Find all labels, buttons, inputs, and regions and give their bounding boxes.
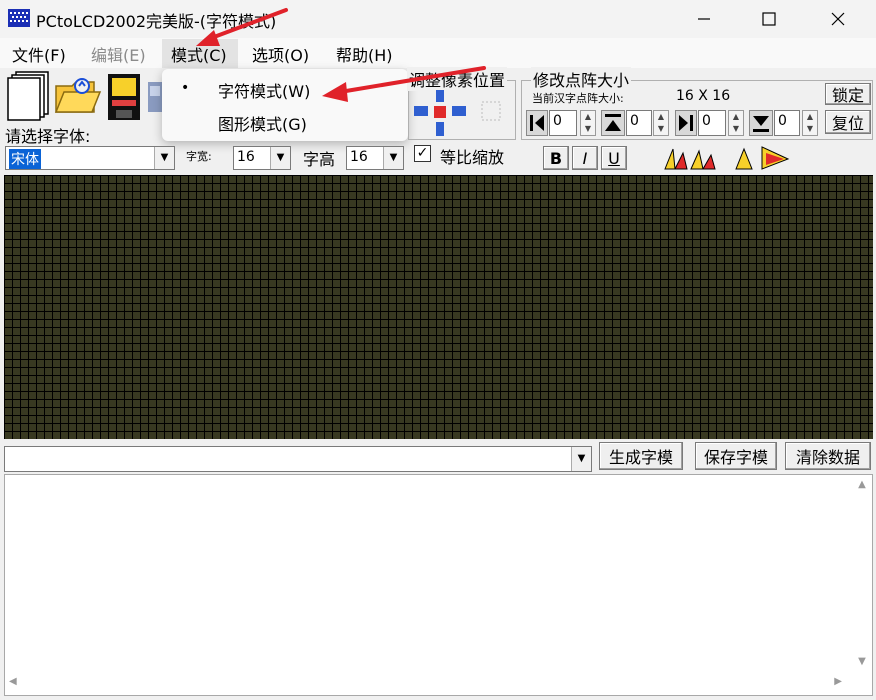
font-height-select[interactable]: 16 ▼ — [346, 146, 404, 170]
menu-options[interactable]: 选项(O) — [252, 42, 309, 66]
font-width-label: 字宽: — [186, 150, 212, 163]
output-textarea[interactable] — [4, 474, 873, 696]
save-icon[interactable] — [106, 72, 142, 122]
chevron-down-icon: ▼ — [154, 147, 174, 169]
menu-item-graphic-mode[interactable]: 图形模式(G) — [218, 111, 307, 135]
pixel-grid-canvas[interactable] — [4, 175, 873, 439]
proportional-checkbox[interactable]: ✓ — [414, 145, 431, 162]
top-spinner-arrows[interactable]: ▲ ▼ — [653, 110, 669, 136]
maximize-icon — [762, 12, 776, 26]
lock-button[interactable]: 锁定 — [825, 83, 871, 105]
maximize-button[interactable] — [737, 0, 801, 38]
chevron-down-icon: ▼ — [383, 147, 403, 169]
scroll-right-icon[interactable]: ▶ — [834, 676, 842, 687]
app-icon — [8, 9, 30, 27]
top-shrink-icon[interactable] — [601, 110, 625, 136]
bold-button[interactable]: B — [543, 146, 569, 170]
close-button[interactable] — [806, 0, 870, 38]
right-spinner-field[interactable]: 0 — [698, 110, 726, 136]
output-format-select[interactable]: ▼ — [4, 446, 592, 472]
italic-button[interactable]: I — [572, 146, 598, 170]
chevron-down-icon: ▼ — [270, 147, 290, 169]
menu-item-char-mode[interactable]: 字符模式(W) — [218, 78, 310, 102]
chevron-down-icon: ▼ — [571, 447, 591, 471]
new-file-icon[interactable] — [6, 70, 52, 122]
rotate-icon[interactable] — [663, 145, 717, 171]
font-width-select[interactable]: 16 ▼ — [233, 146, 291, 170]
scroll-up-icon[interactable]: ▲ — [852, 475, 872, 490]
checked-bullet-icon: • — [181, 80, 190, 96]
reset-button[interactable]: 复位 — [825, 110, 871, 134]
window-title: PCtoLCD2002完美版-(字符模式) — [36, 12, 277, 31]
scroll-down-icon[interactable]: ▼ — [852, 656, 872, 667]
font-select-value: 宋体 — [9, 149, 41, 169]
pixel-move-arrows-icon[interactable] — [410, 88, 510, 138]
font-select-label: 请选择字体: — [5, 127, 91, 146]
menu-help[interactable]: 帮助(H) — [336, 42, 393, 66]
minimize-button[interactable] — [672, 0, 736, 38]
font-height-value: 16 — [350, 149, 368, 165]
minimize-icon — [698, 18, 710, 20]
font-height-label: 字高 — [303, 150, 336, 169]
top-spinner-field[interactable]: 0 — [626, 110, 652, 136]
right-shrink-icon[interactable] — [675, 110, 697, 136]
save-font-button[interactable]: 保存字模 — [695, 442, 777, 470]
horizontal-scrollbar[interactable]: ◀ ▶ — [5, 672, 852, 694]
device-icon[interactable] — [148, 82, 162, 112]
matrix-size-title: 修改点阵大小 — [531, 67, 632, 91]
right-spinner-arrows[interactable]: ▲ ▼ — [728, 110, 744, 136]
generate-button[interactable]: 生成字模 — [599, 442, 683, 470]
left-spinner-field[interactable]: 0 — [549, 110, 577, 136]
menu-edit[interactable]: 编辑(E) — [91, 42, 146, 66]
menu-mode[interactable]: 模式(C) — [171, 42, 227, 66]
flip-icon[interactable] — [734, 145, 790, 171]
bottom-shrink-icon[interactable] — [749, 110, 773, 136]
bottom-spinner-field[interactable]: 0 — [774, 110, 800, 136]
font-select[interactable]: 宋体 ▼ — [5, 146, 175, 170]
open-folder-icon[interactable] — [54, 72, 102, 120]
close-icon — [831, 12, 845, 26]
current-matrix-label: 当前汉字点阵大小: — [532, 92, 624, 105]
scroll-left-icon[interactable]: ◀ — [9, 676, 17, 687]
clear-data-button[interactable]: 清除数据 — [785, 442, 871, 470]
menu-file[interactable]: 文件(F) — [12, 42, 66, 66]
bottom-spinner-arrows[interactable]: ▲ ▼ — [802, 110, 818, 136]
vertical-scrollbar[interactable]: ▲ ▼ — [852, 475, 872, 671]
current-matrix-value: 16 X 16 — [676, 88, 731, 104]
left-shrink-icon[interactable] — [526, 110, 548, 136]
proportional-label: 等比缩放 — [440, 148, 505, 167]
underline-button[interactable]: U — [601, 146, 627, 170]
left-spinner-arrows[interactable]: ▲ ▼ — [580, 110, 596, 136]
font-width-value: 16 — [237, 149, 255, 165]
